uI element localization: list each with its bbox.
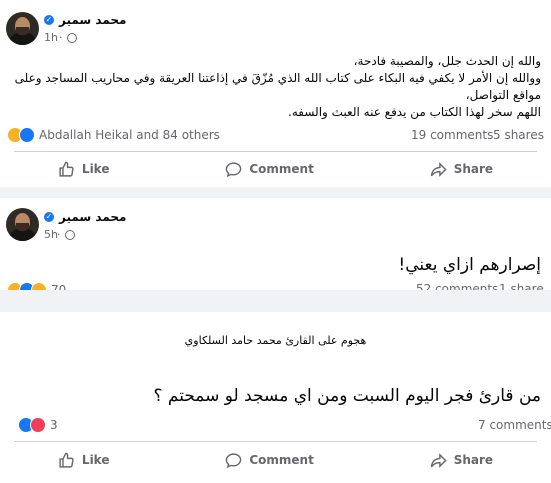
post-card-3: من قارئ فجر اليوم السبت ومن اي مسجد لو س… bbox=[0, 379, 551, 483]
share-icon bbox=[430, 161, 447, 177]
separator-strip bbox=[0, 290, 551, 312]
divider bbox=[14, 151, 537, 152]
post-text-line-2: ووالله إن الأمر لا يكفي فيه البكاء على ك… bbox=[14, 71, 541, 85]
comment-button[interactable]: Comment bbox=[225, 452, 314, 469]
like-button[interactable]: Like bbox=[58, 161, 109, 178]
like-icon bbox=[59, 161, 74, 177]
post-time[interactable]: 1h bbox=[44, 31, 58, 44]
author-avatar[interactable] bbox=[6, 12, 39, 45]
post-actions: Like Comment Share bbox=[0, 154, 551, 184]
comment-icon bbox=[226, 161, 242, 177]
love-reaction-icon bbox=[30, 417, 46, 433]
comment-icon bbox=[226, 452, 242, 468]
share-button[interactable]: Share bbox=[430, 161, 493, 178]
post-card-2: محمد سمير ✓ 5h · إصرارهم ازاي يعني! 70 5… bbox=[0, 198, 551, 298]
verified-badge-icon: ✓ bbox=[44, 212, 54, 222]
share-icon bbox=[430, 452, 447, 468]
like-reaction-icon bbox=[19, 127, 35, 143]
reaction-text: Abdallah Heikal and 84 others bbox=[39, 128, 220, 142]
embedded-media[interactable]: هجوم على القارئ محمد حامد السلكاوي bbox=[0, 312, 551, 379]
media-caption: هجوم على القارئ محمد حامد السلكاوي bbox=[184, 334, 367, 347]
author-name[interactable]: محمد سمير bbox=[59, 210, 126, 224]
author-avatar[interactable] bbox=[6, 208, 39, 241]
post-text: من قارئ فجر اليوم السبت ومن اي مسجد لو س… bbox=[153, 386, 541, 406]
post-text-line-3: مواقع التواصل، bbox=[465, 88, 541, 102]
post-card-1: محمد سمير ✓ 1h · والله إن الحدث جلل، وال… bbox=[0, 0, 551, 187]
like-icon bbox=[59, 452, 74, 468]
comments-count[interactable]: 19 comments bbox=[411, 128, 493, 142]
shares-count[interactable]: 5 shares bbox=[493, 128, 544, 142]
post-text-line-1: والله إن الحدث جلل، والمصيبة فادحة، bbox=[353, 54, 541, 68]
author-name[interactable]: محمد سمير bbox=[59, 13, 126, 27]
post-actions: Like Comment Share bbox=[0, 445, 551, 475]
like-button[interactable]: Like bbox=[58, 452, 109, 469]
comments-count[interactable]: 7 comments bbox=[478, 418, 551, 432]
post-text-line-4: اللهم سخر لهذا الكتاب من يدفع عنه العبث … bbox=[288, 105, 541, 119]
divider bbox=[14, 441, 537, 442]
verified-badge-icon: ✓ bbox=[44, 15, 54, 25]
post-time[interactable]: 5h bbox=[44, 228, 58, 241]
reaction-count: 3 bbox=[50, 418, 58, 432]
comment-button[interactable]: Comment bbox=[225, 161, 314, 178]
share-button[interactable]: Share bbox=[430, 452, 493, 469]
globe-icon bbox=[67, 33, 77, 43]
post-text: إصرارهم ازاي يعني! bbox=[398, 255, 541, 275]
globe-icon bbox=[65, 230, 75, 240]
reaction-summary[interactable]: Abdallah Heikal and 84 others bbox=[7, 127, 220, 143]
reaction-summary[interactable]: 3 bbox=[18, 417, 58, 433]
